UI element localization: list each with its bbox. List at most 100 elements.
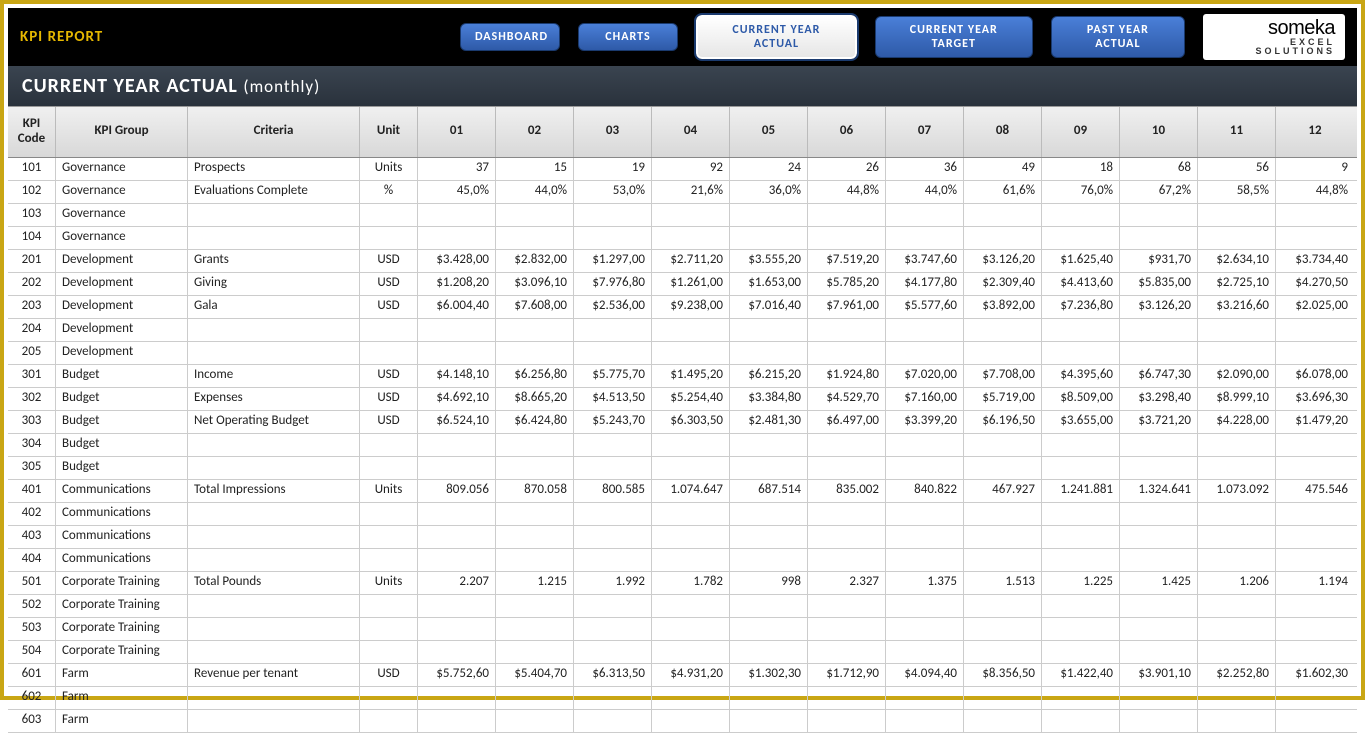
cell-criteria[interactable] xyxy=(188,526,360,548)
table-row[interactable]: 302BudgetExpensesUSD$4.692,10$8.665,20$4… xyxy=(8,388,1357,411)
cell-month-value[interactable] xyxy=(1198,503,1276,525)
cell-month-value[interactable] xyxy=(964,526,1042,548)
cell-month-value[interactable] xyxy=(886,549,964,571)
cell-kpi-code[interactable]: 403 xyxy=(8,526,56,548)
cell-criteria[interactable] xyxy=(188,710,360,732)
cell-month-value[interactable] xyxy=(418,710,496,732)
cell-month-value[interactable] xyxy=(574,526,652,548)
cell-month-value[interactable]: $5.752,60 xyxy=(418,664,496,686)
cell-month-value[interactable] xyxy=(418,503,496,525)
cell-month-value[interactable] xyxy=(1276,595,1354,617)
cell-month-value[interactable]: $1.924,80 xyxy=(808,365,886,387)
cell-month-value[interactable] xyxy=(808,710,886,732)
table-row[interactable]: 404Communications xyxy=(8,549,1357,572)
cell-month-value[interactable] xyxy=(1276,641,1354,663)
cell-month-value[interactable]: $2.711,20 xyxy=(652,250,730,272)
table-row[interactable]: 603Farm xyxy=(8,710,1357,733)
cell-month-value[interactable] xyxy=(652,503,730,525)
cell-unit[interactable] xyxy=(360,549,418,571)
cell-month-value[interactable] xyxy=(1120,457,1198,479)
cell-month-value[interactable]: $4.270,50 xyxy=(1276,273,1354,295)
cell-month-value[interactable] xyxy=(496,342,574,364)
cell-kpi-group[interactable]: Development xyxy=(56,342,188,364)
cell-month-value[interactable] xyxy=(1120,434,1198,456)
cell-month-value[interactable] xyxy=(418,457,496,479)
cell-criteria[interactable] xyxy=(188,549,360,571)
cell-month-value[interactable] xyxy=(1276,457,1354,479)
cell-kpi-group[interactable]: Development xyxy=(56,319,188,341)
cell-month-value[interactable] xyxy=(652,549,730,571)
cell-month-value[interactable] xyxy=(808,503,886,525)
cell-month-value[interactable] xyxy=(1120,687,1198,709)
cell-month-value[interactable] xyxy=(418,618,496,640)
cell-month-value[interactable]: $3.696,30 xyxy=(1276,388,1354,410)
cell-month-value[interactable]: $6.004,40 xyxy=(418,296,496,318)
cell-month-value[interactable]: 809.056 xyxy=(418,480,496,502)
cell-month-value[interactable]: 56 xyxy=(1198,158,1276,180)
cell-month-value[interactable] xyxy=(964,227,1042,249)
cell-month-value[interactable] xyxy=(730,503,808,525)
cell-month-value[interactable] xyxy=(730,595,808,617)
cell-month-value[interactable]: 475.546 xyxy=(1276,480,1354,502)
cell-month-value[interactable]: $8.509,00 xyxy=(1042,388,1120,410)
cell-month-value[interactable]: 1.782 xyxy=(652,572,730,594)
cell-month-value[interactable] xyxy=(574,687,652,709)
cell-unit[interactable]: USD xyxy=(360,273,418,295)
cell-month-value[interactable]: 53,0% xyxy=(574,181,652,203)
cell-month-value[interactable]: $1.479,20 xyxy=(1276,411,1354,433)
cell-month-value[interactable]: $3.721,20 xyxy=(1120,411,1198,433)
cell-month-value[interactable] xyxy=(808,457,886,479)
cell-kpi-group[interactable]: Corporate Training xyxy=(56,595,188,617)
cell-month-value[interactable]: $7.236,80 xyxy=(1042,296,1120,318)
cell-criteria[interactable]: Expenses xyxy=(188,388,360,410)
cell-unit[interactable] xyxy=(360,227,418,249)
cell-month-value[interactable] xyxy=(1120,342,1198,364)
cell-month-value[interactable] xyxy=(1120,526,1198,548)
cell-month-value[interactable]: $5.254,40 xyxy=(652,388,730,410)
cell-month-value[interactable] xyxy=(418,342,496,364)
cell-month-value[interactable]: 1.073.092 xyxy=(1198,480,1276,502)
cell-criteria[interactable] xyxy=(188,618,360,640)
cell-kpi-code[interactable]: 304 xyxy=(8,434,56,456)
cell-month-value[interactable]: $5.243,70 xyxy=(574,411,652,433)
cell-criteria[interactable] xyxy=(188,595,360,617)
cell-month-value[interactable] xyxy=(730,319,808,341)
cell-month-value[interactable] xyxy=(574,227,652,249)
cell-month-value[interactable]: $1.208,20 xyxy=(418,273,496,295)
tab-dashboard[interactable]: DASHBOARD xyxy=(460,23,560,51)
cell-month-value[interactable] xyxy=(730,687,808,709)
cell-criteria[interactable]: Grants xyxy=(188,250,360,272)
cell-unit[interactable] xyxy=(360,342,418,364)
cell-month-value[interactable]: $2.090,00 xyxy=(1198,365,1276,387)
cell-month-value[interactable] xyxy=(1198,457,1276,479)
cell-month-value[interactable]: $7.519,20 xyxy=(808,250,886,272)
cell-month-value[interactable]: $6.256,80 xyxy=(496,365,574,387)
cell-month-value[interactable]: 76,0% xyxy=(1042,181,1120,203)
cell-month-value[interactable]: $2.309,40 xyxy=(964,273,1042,295)
cell-month-value[interactable]: 36 xyxy=(886,158,964,180)
cell-kpi-group[interactable]: Governance xyxy=(56,158,188,180)
cell-month-value[interactable]: $3.384,80 xyxy=(730,388,808,410)
table-row[interactable]: 104Governance xyxy=(8,227,1357,250)
cell-month-value[interactable] xyxy=(574,618,652,640)
cell-month-value[interactable]: $1.495,20 xyxy=(652,365,730,387)
cell-month-value[interactable] xyxy=(1276,434,1354,456)
cell-month-value[interactable]: $6.497,00 xyxy=(808,411,886,433)
cell-month-value[interactable] xyxy=(1276,319,1354,341)
cell-month-value[interactable] xyxy=(418,526,496,548)
cell-month-value[interactable]: $4.413,60 xyxy=(1042,273,1120,295)
cell-month-value[interactable]: $7.708,00 xyxy=(964,365,1042,387)
cell-month-value[interactable] xyxy=(730,204,808,226)
cell-month-value[interactable]: $3.399,20 xyxy=(886,411,964,433)
cell-criteria[interactable] xyxy=(188,342,360,364)
cell-month-value[interactable] xyxy=(1198,595,1276,617)
cell-month-value[interactable] xyxy=(1042,526,1120,548)
cell-month-value[interactable] xyxy=(886,641,964,663)
cell-month-value[interactable] xyxy=(964,434,1042,456)
cell-month-value[interactable] xyxy=(964,710,1042,732)
cell-month-value[interactable] xyxy=(1120,549,1198,571)
cell-month-value[interactable] xyxy=(964,204,1042,226)
cell-month-value[interactable]: 1.992 xyxy=(574,572,652,594)
cell-month-value[interactable] xyxy=(964,457,1042,479)
cell-month-value[interactable] xyxy=(652,618,730,640)
